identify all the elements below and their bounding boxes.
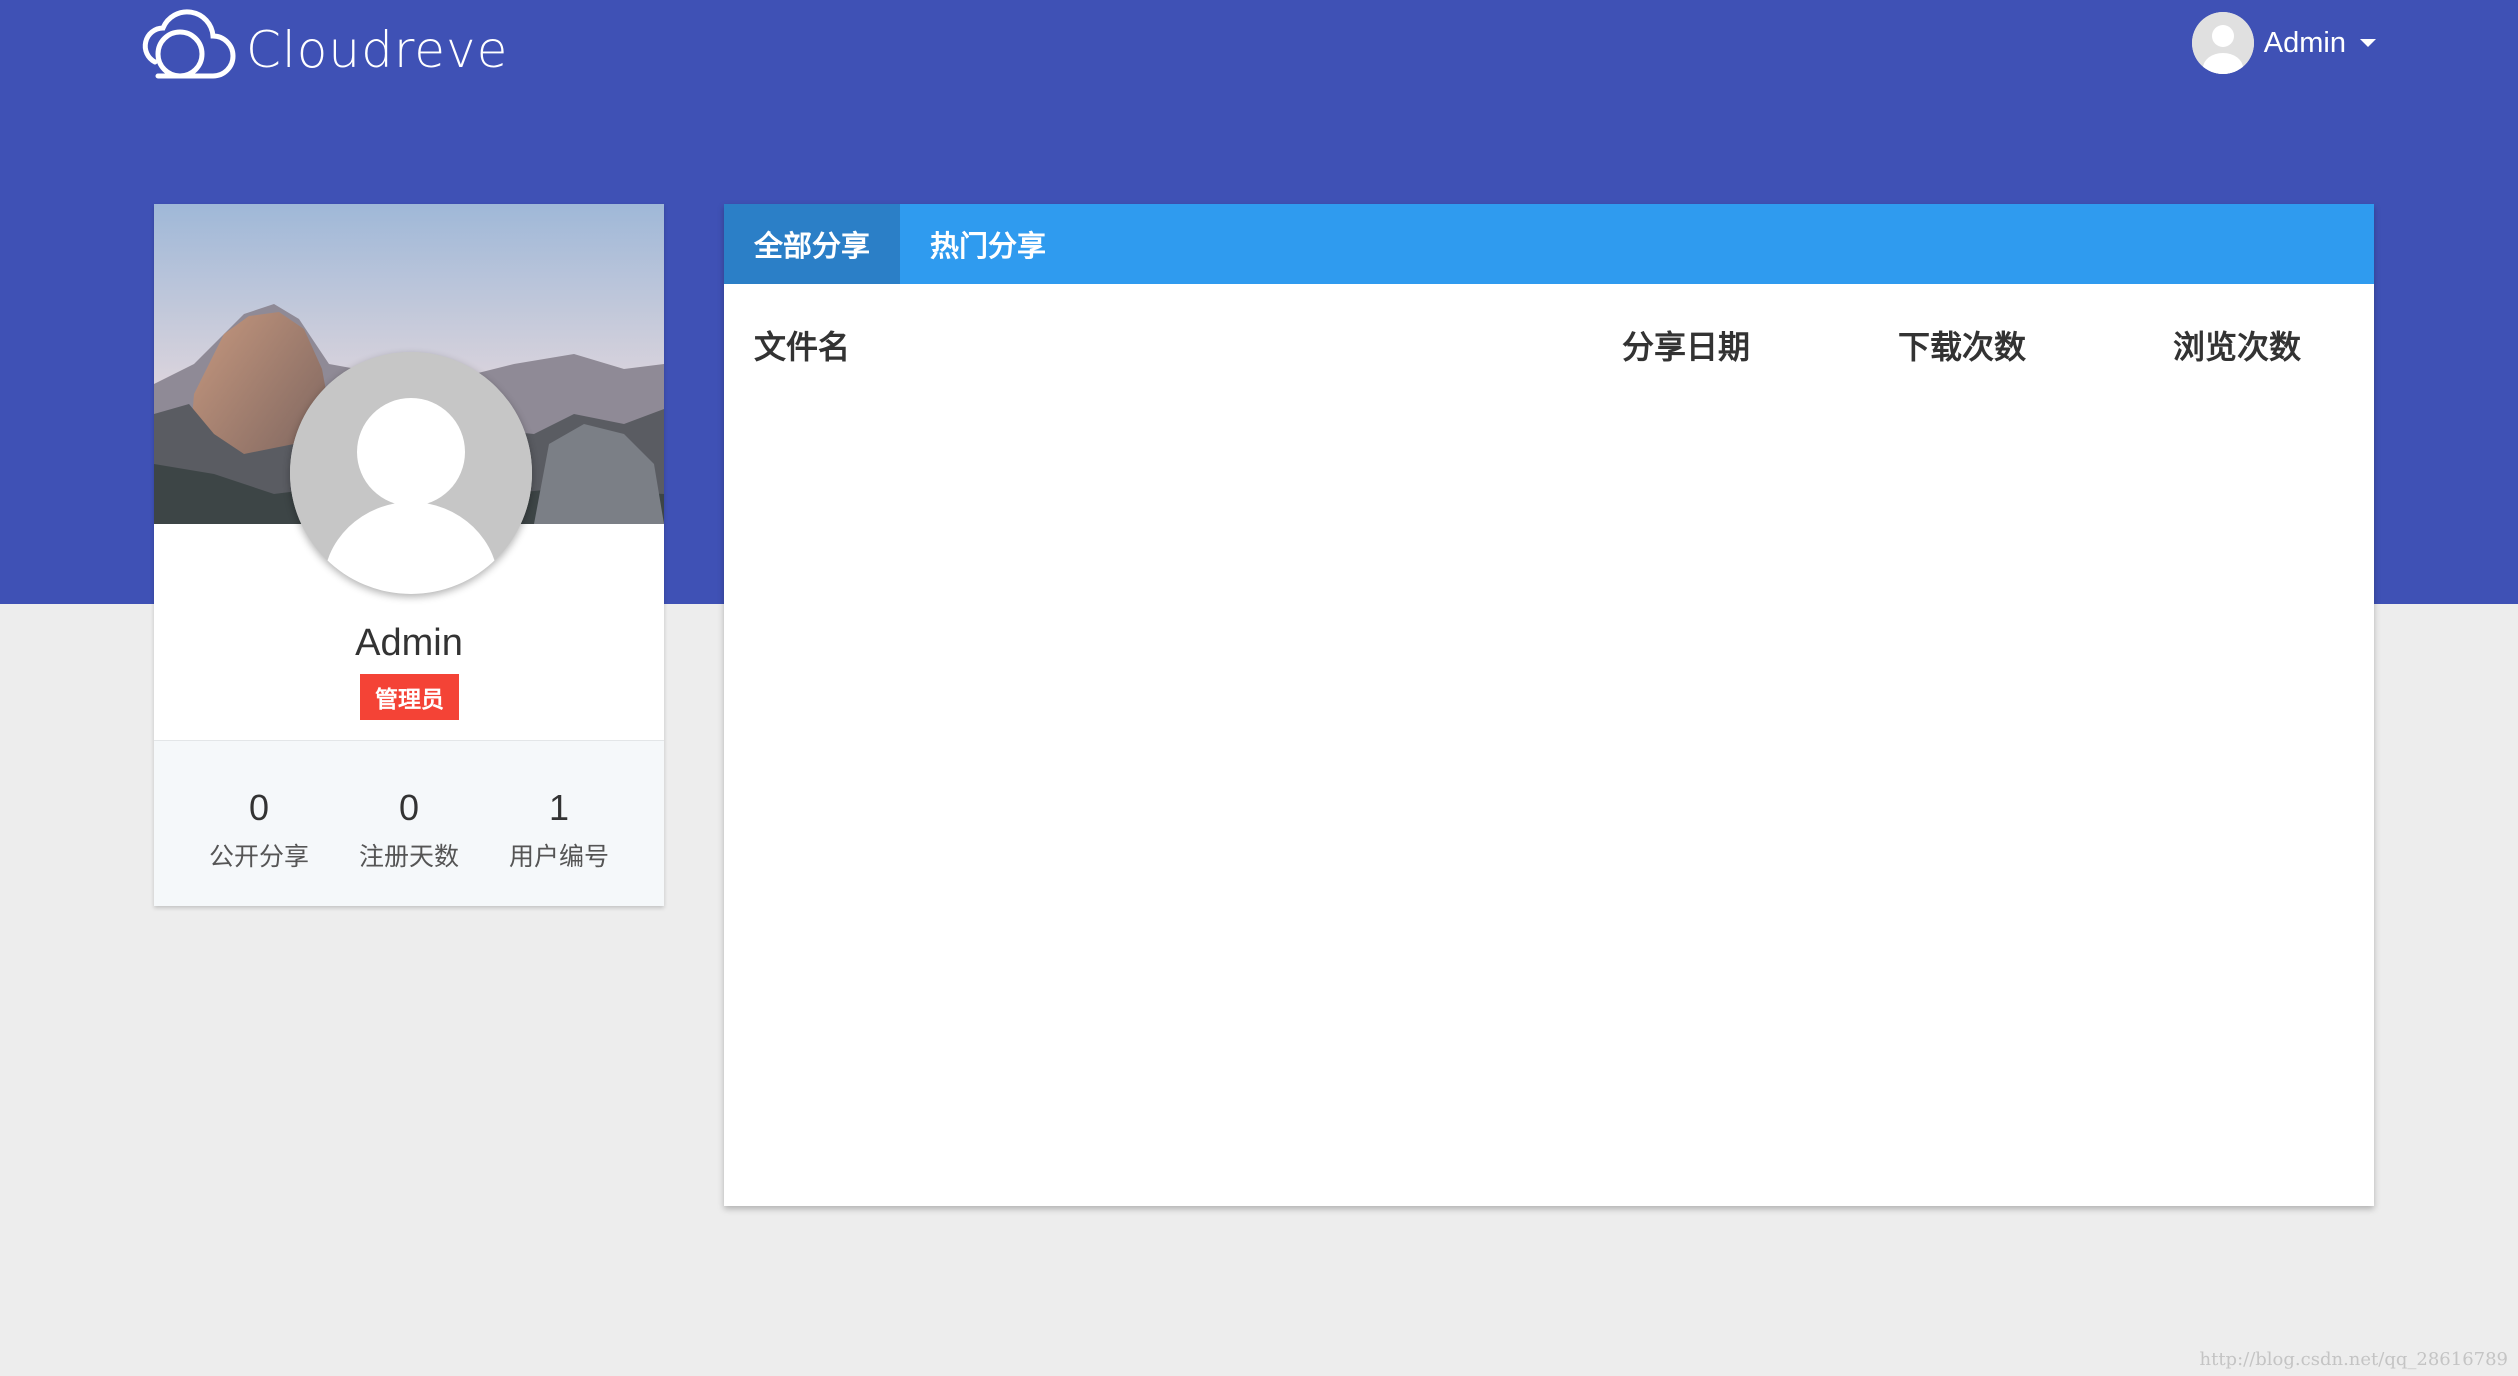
watermark: http://blog.csdn.net/qq_28616789 [2199, 1349, 2509, 1370]
shares-panel: 全部分享 热门分享 文件名 分享日期 下载次数 浏览次数 [724, 204, 2374, 1206]
user-menu-name: Admin [2263, 26, 2346, 59]
tab-all-shares[interactable]: 全部分享 [724, 204, 901, 284]
tab-popular-shares[interactable]: 热门分享 [900, 204, 1076, 284]
column-downloads[interactable]: 下载次数 [1898, 322, 2026, 368]
profile-avatar-icon[interactable] [290, 352, 532, 594]
brand-logo[interactable]: Cloudreve [128, 6, 508, 84]
column-filename[interactable]: 文件名 [754, 322, 850, 368]
stat-registered-days: 0 注册天数 [334, 741, 484, 906]
cloud-logo-icon [128, 4, 238, 87]
user-menu[interactable]: Admin [2191, 12, 2376, 74]
stat-public-shares: 0 公开分享 [184, 741, 334, 906]
brand-name: Cloudreve [246, 21, 509, 79]
profile-stats: 0 公开分享 0 注册天数 1 用户编号 [154, 740, 664, 906]
stat-value: 1 [548, 787, 570, 828]
shares-table-header: 文件名 分享日期 下载次数 浏览次数 [724, 314, 2374, 374]
column-views[interactable]: 浏览次数 [2173, 322, 2301, 368]
stat-user-id: 1 用户编号 [484, 741, 634, 906]
column-share-date[interactable]: 分享日期 [1622, 322, 1750, 368]
stat-label: 公开分享 [208, 843, 309, 871]
stat-label: 注册天数 [358, 843, 459, 871]
profile-card: Admin 管理员 0 公开分享 0 注册天数 1 用户编号 [154, 204, 664, 906]
stat-label: 用户编号 [508, 843, 609, 871]
profile-name: Admin [355, 622, 463, 664]
user-avatar-icon [2191, 12, 2254, 74]
stat-value: 0 [248, 787, 270, 828]
stat-value: 0 [398, 787, 420, 828]
role-badge: 管理员 [360, 674, 459, 720]
chevron-down-icon [2360, 39, 2376, 47]
shares-tabs: 全部分享 热门分享 [724, 204, 2374, 284]
